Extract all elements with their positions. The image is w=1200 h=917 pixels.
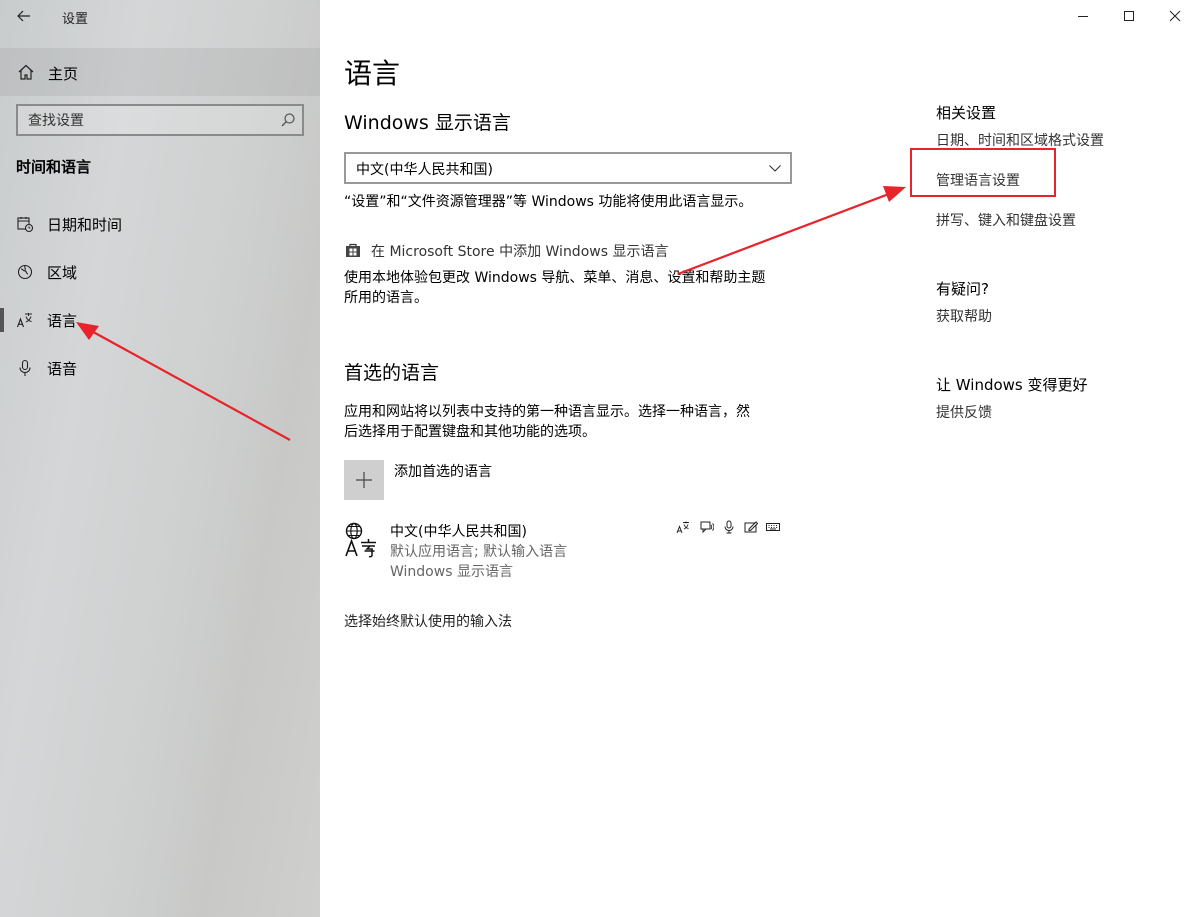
sidebar-item-language[interactable]: 语言: [0, 300, 320, 340]
preferred-description-line: 应用和网站将以列表中支持的第一种语言显示。选择一种语言，然: [344, 404, 750, 420]
display-language-value: 中文(中华人民共和国): [356, 162, 493, 178]
sidebar-item-label: 日期和时间: [47, 216, 123, 234]
speech-recognition-feature-icon: [724, 520, 734, 534]
language-status: Windows 显示语言: [390, 564, 513, 580]
store-language-link[interactable]: 在 Microsoft Store 中添加 Windows 显示语言: [371, 241, 668, 261]
date-region-format-link[interactable]: 日期、时间和区域格式设置: [936, 130, 1104, 150]
display-language-heading: Windows 显示语言: [344, 112, 511, 134]
window-controls: [1060, 0, 1200, 32]
close-button[interactable]: [1152, 0, 1198, 32]
microphone-icon: [19, 359, 31, 376]
spelling-typing-keyboard-link[interactable]: 拼写、键入和键盘设置: [936, 210, 1076, 230]
language-name: 中文(中华人民共和国): [390, 524, 527, 540]
related-settings-heading: 相关设置: [936, 104, 997, 122]
sidebar-home[interactable]: 主页: [0, 48, 320, 96]
sidebar-item-label: 区域: [47, 264, 78, 282]
store-description-line: 所用的语言。: [344, 290, 428, 306]
preferred-description-line: 后选择用于配置键盘和其他功能的选项。: [344, 424, 596, 440]
minimize-button[interactable]: [1060, 0, 1106, 32]
language-feature-icons: [676, 520, 786, 536]
sidebar: 设置 主页 时间和语言 日期和时间 区域: [0, 0, 320, 917]
handwriting-feature-icon: [744, 521, 758, 533]
section-title: 时间和语言: [16, 158, 92, 176]
main-content: 语言 Windows 显示语言 中文(中华人民共和国) “设置”和“文件资源管理…: [320, 0, 1200, 917]
sidebar-item-label: 语音: [47, 360, 78, 378]
minimize-icon: [1078, 16, 1088, 17]
store-description: 使用本地体验包更改 Windows 导航、菜单、消息、设置和帮助主题 所用的语言…: [344, 268, 765, 308]
feedback-heading: 让 Windows 变得更好: [936, 376, 1088, 394]
display-language-description: “设置”和“文件资源管理器”等 Windows 功能将使用此语言显示。: [344, 194, 753, 210]
store-description-line: 使用本地体验包更改 Windows 导航、菜单、消息、设置和帮助主题: [344, 270, 766, 286]
region-icon: [17, 264, 33, 280]
search-box[interactable]: [16, 104, 304, 136]
home-label: 主页: [48, 65, 79, 83]
back-arrow-icon: [17, 10, 30, 22]
sidebar-item-speech[interactable]: 语音: [0, 348, 320, 388]
annotation-highlight-box: [910, 148, 1056, 197]
close-icon: [1169, 10, 1181, 22]
preferred-description: 应用和网站将以列表中支持的第一种语言显示。选择一种语言，然 后选择用于配置键盘和…: [344, 402, 750, 442]
search-icon[interactable]: [280, 112, 296, 128]
search-input[interactable]: [26, 109, 270, 133]
home-icon: [18, 64, 34, 80]
give-feedback-link[interactable]: 提供反馈: [936, 402, 992, 422]
sidebar-item-date-time[interactable]: 日期和时间: [0, 204, 320, 244]
store-icon: [346, 243, 360, 257]
page-title: 语言: [344, 57, 401, 90]
maximize-icon: [1124, 11, 1134, 21]
language-icon: [16, 313, 32, 328]
app-title: 设置: [62, 12, 89, 27]
keyboard-feature-icon: [766, 523, 780, 531]
preferred-language-heading: 首选的语言: [344, 362, 440, 384]
text-to-speech-feature-icon: [700, 521, 714, 534]
date-time-icon: [17, 217, 34, 233]
active-indicator: [0, 308, 4, 332]
add-language-label[interactable]: 添加首选的语言: [394, 461, 492, 481]
display-language-select[interactable]: 中文(中华人民共和国): [344, 152, 792, 184]
title-bar: 设置: [0, 0, 320, 32]
plus-icon: [356, 472, 372, 488]
language-globe-icon: [345, 522, 376, 558]
back-button[interactable]: [10, 4, 38, 28]
help-heading: 有疑问?: [936, 280, 989, 298]
sidebar-item-label: 语言: [47, 312, 78, 330]
get-help-link[interactable]: 获取帮助: [936, 306, 992, 326]
sidebar-item-region[interactable]: 区域: [0, 252, 320, 292]
default-input-method-link[interactable]: 选择始终默认使用的输入法: [344, 611, 512, 631]
add-language-button[interactable]: [344, 460, 384, 500]
chevron-down-icon: [769, 165, 781, 172]
language-status: 默认应用语言; 默认输入语言: [390, 544, 568, 560]
display-language-feature-icon: [676, 521, 689, 534]
maximize-button[interactable]: [1106, 0, 1152, 32]
